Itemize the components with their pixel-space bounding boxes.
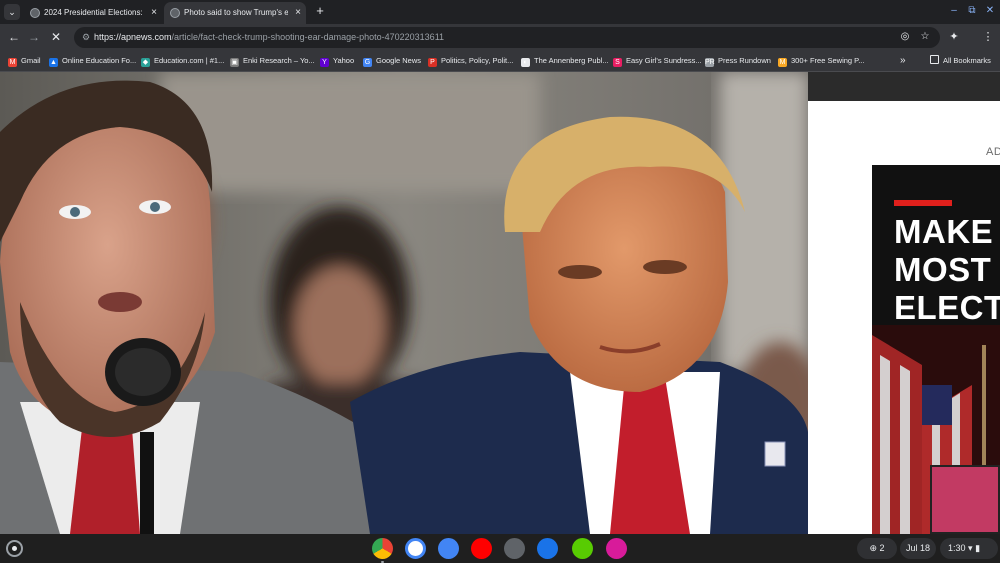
bookmark-favicon-icon: P [428,58,437,67]
notification-icon: ⊕ [869,543,880,553]
bookmark-item[interactable]: M 300+ Free Sewing P... [778,51,864,71]
bookmark-star-icon[interactable]: ☆ [918,30,932,44]
youtube-icon[interactable] [471,538,492,559]
tab-title: Photo said to show Trump's ea [184,8,288,17]
duolingo-icon[interactable] [572,538,593,559]
url-text[interactable]: https://apnews.com/article/fact-check-tr… [94,27,444,48]
url-path: /article/fact-check-trump-shooting-ear-d… [171,32,445,42]
bookmark-label: Easy Girl's Sundress... [626,56,702,65]
bookmark-label: Politics, Policy, Polit... [441,56,514,65]
notification-tray[interactable]: ⊕ 2 [857,538,897,559]
tab-title: 2024 Presidential Elections: the [44,8,144,17]
system-shelf: ⊕ 2 Jul 18 1:30 ▾ ▮ [0,534,1000,563]
bookmark-item[interactable]: G Google News [363,51,421,71]
back-button[interactable]: ← [6,29,22,45]
battery-icon: ▮ [975,543,981,553]
bookmarks-overflow-icon[interactable]: » [900,51,906,71]
tab-strip: ⌄ 2024 Presidential Elections: the × Pho… [0,0,1000,24]
site-info-icon[interactable]: ⚙ [80,31,92,43]
new-tab-button[interactable]: + [312,3,328,19]
wifi-icon: ▾ [968,543,973,553]
bookmark-item[interactable]: ◐ The Annenberg Publ... [521,51,609,71]
tab-close-icon[interactable]: × [151,2,157,24]
ad-headline-line-1: MAKE [894,213,994,250]
settings-icon[interactable] [504,538,525,559]
puzzle-icon[interactable]: ✦ [946,29,962,45]
page-viewport: AD MAKE MOST ELECT [0,72,1000,534]
bookmark-favicon-icon: Y [320,58,329,67]
tab-search-button[interactable]: ⌄ [4,4,20,20]
bookmark-favicon-icon: M [8,58,17,67]
address-bar[interactable]: ⚙ https://apnews.com/article/fact-check-… [74,27,940,48]
tab-close-icon[interactable]: × [295,2,301,24]
eye-off-icon[interactable]: ◎ [898,30,912,44]
advertisement-banner[interactable]: MAKE MOST ELECT [872,165,1000,534]
calendar-icon[interactable] [405,538,426,559]
bookmark-favicon-icon: ◆ [141,58,150,67]
docs-icon[interactable] [438,538,459,559]
files-icon[interactable] [537,538,558,559]
article-hero-photo [0,72,808,534]
tab-photo-trump[interactable]: Photo said to show Trump's ea × [164,2,306,24]
bookmark-favicon-icon: ◐ [521,58,530,67]
bookmarks-bar: » All Bookmarks M Gmail ▲ Online Education … [0,51,1000,72]
bookmark-favicon-icon: M [778,58,787,67]
folder-icon [930,55,939,64]
tab-elections[interactable]: 2024 Presidential Elections: the × [24,2,162,24]
bookmark-favicon-icon: S [613,58,622,67]
app-icon[interactable] [606,538,627,559]
browser-toolbar: ← → ✕ ⚙ https://apnews.com/article/fact-… [0,24,1000,51]
forward-button[interactable]: → [26,29,42,45]
ad-accent-bar [894,200,952,206]
launcher-icon[interactable] [6,540,23,557]
bookmark-item[interactable]: S Easy Girl's Sundress... [613,51,702,71]
restore-icon[interactable]: ⧉ [964,3,980,19]
bookmark-label: Yahoo [333,56,355,65]
bookmark-item[interactable]: ▣ Enki Research – Yo... [230,51,315,71]
url-host: https://apnews.com [94,32,172,42]
bookmark-item[interactable]: ◆ Education.com | #1... [141,51,224,71]
ad-headline-line-2: MOST [894,251,992,288]
bookmark-item[interactable]: M Gmail [8,51,41,71]
all-bookmarks-label: All Bookmarks [943,56,991,65]
bookmark-item[interactable]: ▲ Online Education Fo... [49,51,136,71]
bookmark-item[interactable]: PR Press Rundown [705,51,771,71]
minimize-icon[interactable]: – [946,3,962,19]
bookmark-label: Online Education Fo... [62,56,137,65]
bookmark-label: 300+ Free Sewing P... [791,56,865,65]
bookmark-item[interactable]: Y Yahoo [320,51,354,71]
bookmark-favicon-icon: G [363,58,372,67]
bookmark-favicon-icon: ▣ [230,58,239,67]
tab-favicon-icon [30,8,40,18]
clock-time: 1:30 [948,543,966,553]
close-window-icon[interactable]: ✕ [982,3,998,19]
chrome-icon[interactable] [372,538,393,563]
bookmark-favicon-icon: ▲ [49,58,58,67]
bookmark-favicon-icon: PR [705,58,715,67]
bookmark-label: Enki Research – Yo... [243,56,315,65]
chevron-down-icon: ⌄ [8,7,16,17]
bookmark-label: Education.com | #1... [154,56,225,65]
bookmark-label: The Annenberg Publ... [534,56,609,65]
ad-thumbnail-image[interactable] [930,465,1000,534]
tab-favicon-icon [170,8,180,18]
ad-headline-line-3: ELECT [894,289,1000,326]
notification-count: 2 [879,543,885,553]
all-bookmarks-button[interactable]: All Bookmarks [930,51,991,71]
date-pill[interactable]: Jul 18 [900,538,936,559]
status-tray[interactable]: 1:30 ▾ ▮ [940,538,998,559]
bookmark-label: Press Rundown [718,56,771,65]
bookmark-item[interactable]: P Politics, Policy, Polit... [428,51,513,71]
stop-loading-button[interactable]: ✕ [48,29,64,45]
chrome-menu-icon[interactable]: ⋮ [980,29,996,45]
page-header-strip [808,72,1000,101]
advertisement-label: AD [986,146,1000,158]
bookmark-label: Google News [376,56,422,65]
bookmark-label: Gmail [21,56,41,65]
